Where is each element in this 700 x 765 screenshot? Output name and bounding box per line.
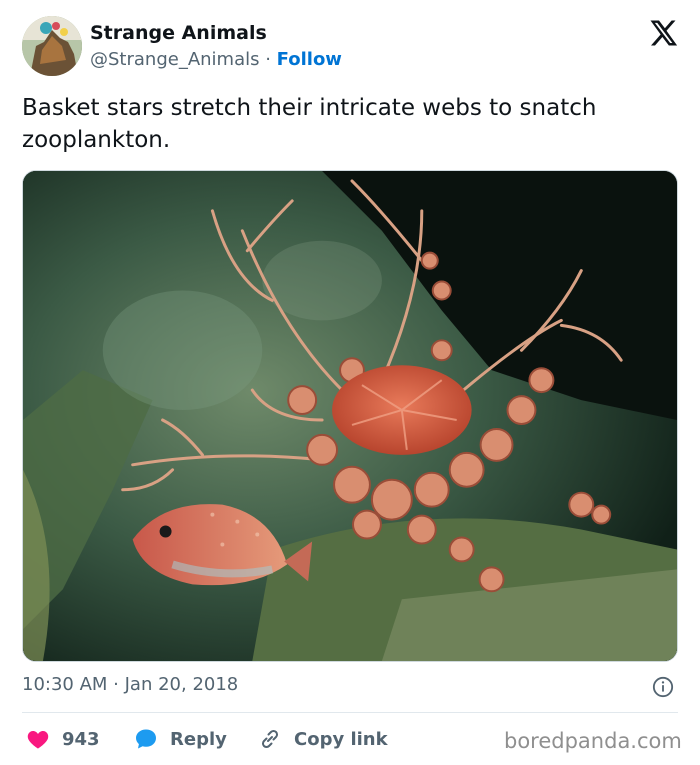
tweet-text: Basket stars stretch their intricate web… <box>22 95 597 153</box>
reply-button[interactable]: Reply <box>134 726 227 752</box>
tweet-header: Strange Animals @Strange_Animals · Follo… <box>22 16 678 78</box>
follow-button[interactable]: Follow <box>277 49 342 70</box>
heart-icon <box>27 731 49 749</box>
link-icon <box>261 729 279 749</box>
tweet-photo[interactable] <box>22 170 678 662</box>
info-icon[interactable] <box>652 676 674 698</box>
speech-bubble-icon <box>136 729 156 749</box>
avatar[interactable] <box>22 16 82 76</box>
display-name[interactable]: Strange Animals <box>90 22 267 44</box>
copy-link-label: Copy link <box>294 728 388 750</box>
basket-star-photo <box>23 171 677 661</box>
divider <box>22 712 678 713</box>
tweet-time: 10:30 AM <box>22 674 108 695</box>
avatar-image <box>22 16 82 76</box>
copy-link-button[interactable]: Copy link <box>258 726 388 752</box>
date-separator: · <box>107 674 125 695</box>
watermark: boredpanda.com <box>504 729 682 753</box>
reply-label: Reply <box>170 728 227 750</box>
like-count: 943 <box>62 728 100 750</box>
handle[interactable]: @Strange_Animals <box>90 49 260 70</box>
timestamp[interactable]: 10:30 AM · Jan 20, 2018 <box>22 674 238 695</box>
x-logo-icon[interactable] <box>648 18 678 48</box>
handle-line: @Strange_Animals · Follow <box>90 49 342 70</box>
tweet-date: Jan 20, 2018 <box>124 674 239 695</box>
handle-separator: · <box>259 49 277 70</box>
like-button[interactable]: 943 <box>26 726 100 752</box>
